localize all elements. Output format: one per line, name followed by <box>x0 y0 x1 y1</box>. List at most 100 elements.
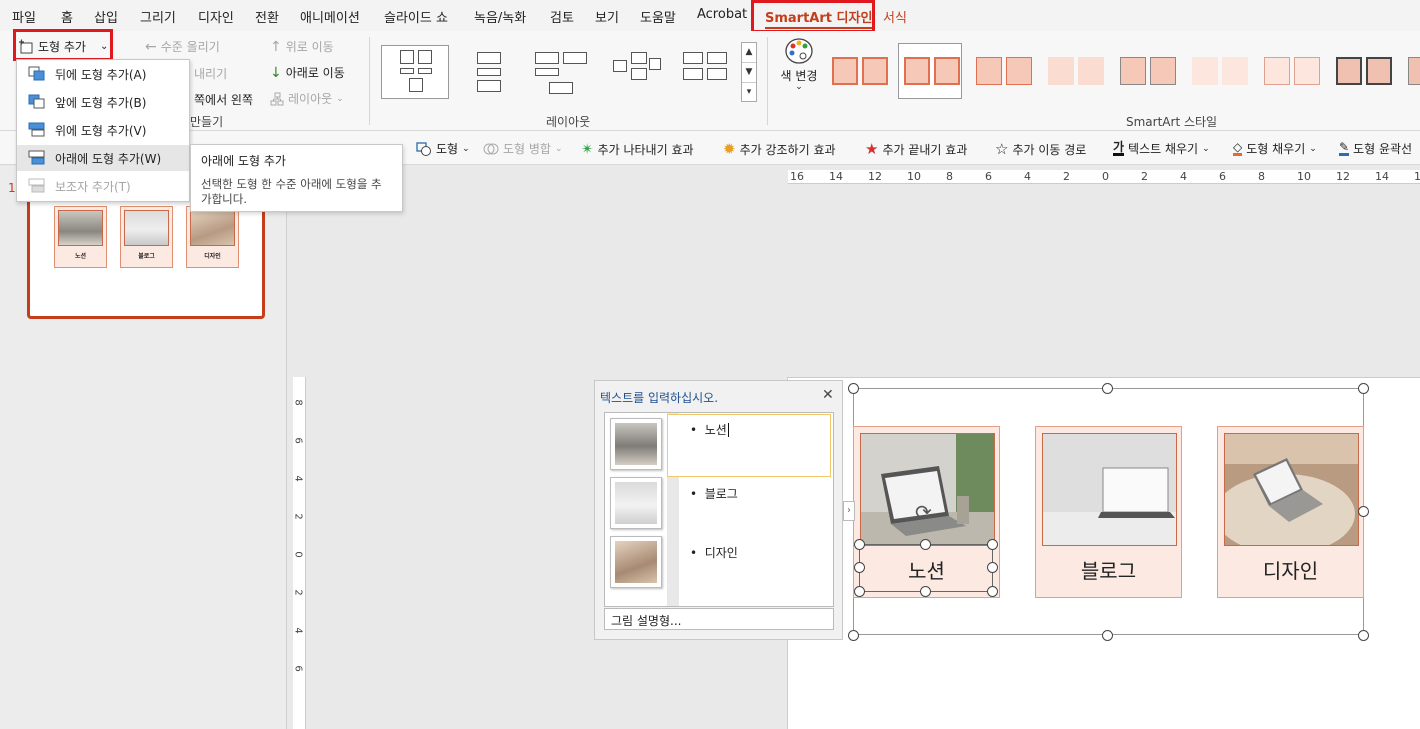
tab-record[interactable]: 녹음/녹화 <box>474 7 526 26</box>
picture-placeholder-2[interactable] <box>610 477 662 529</box>
text-pane-item-label: 노션 <box>704 423 727 437</box>
chevron-up-icon[interactable]: ▲ <box>742 43 756 63</box>
merge-shapes-icon <box>483 142 499 156</box>
merge-shapes-button[interactable]: 도형 병합 ⌄ <box>483 140 563 157</box>
menu-item-add-above[interactable]: 위에 도형 추가(V) <box>17 117 189 143</box>
tab-design[interactable]: 디자인 <box>198 7 234 26</box>
resize-handle[interactable] <box>848 383 859 394</box>
layout-thumb-4[interactable] <box>600 45 668 99</box>
menu-item-add-before[interactable]: 앞에 도형 추가(B) <box>17 89 189 115</box>
picture-placeholder-1[interactable] <box>610 418 662 470</box>
add-above-icon <box>28 122 45 137</box>
shape-resize-handle[interactable] <box>854 539 865 550</box>
change-colors-button[interactable]: 색 변경 ⌄ <box>777 37 821 92</box>
shapes-button[interactable]: 도형 ⌄ <box>416 140 470 157</box>
tab-view[interactable]: 보기 <box>595 7 619 26</box>
tab-smartart-design[interactable]: SmartArt 디자인 <box>765 7 873 29</box>
shape-fill-button[interactable]: ◇ 도형 채우기 ⌄ <box>1233 140 1317 157</box>
resize-handle[interactable] <box>848 630 859 641</box>
tab-help[interactable]: 도움말 <box>640 7 676 26</box>
style-thumb-1[interactable] <box>826 43 890 99</box>
chevron-down-icon: ⌄ <box>462 143 470 154</box>
exit-effects-button[interactable]: ★ 추가 끝내기 효과 <box>865 140 967 158</box>
entrance-effects-button[interactable]: ✴ 추가 나타내기 효과 <box>581 140 694 158</box>
tab-animations[interactable]: 애니메이션 <box>300 7 360 26</box>
layout-gallery-scroll[interactable]: ▲ ▼ ▾ <box>741 42 757 102</box>
style-thumb-8[interactable] <box>1330 43 1394 99</box>
menu-item-add-assistant[interactable]: 보조자 추가(T) <box>17 173 189 199</box>
layout-thumb-picture-caption[interactable] <box>381 45 449 99</box>
style-thumb-5[interactable] <box>1114 43 1178 99</box>
resize-handle[interactable] <box>1102 383 1113 394</box>
layout-button[interactable]: 레이아웃 ⌄ <box>270 90 344 107</box>
style-thumb-2[interactable] <box>898 43 962 99</box>
tab-review[interactable]: 검토 <box>550 7 574 26</box>
card-photo-laptop <box>860 433 995 546</box>
tab-file[interactable]: 파일 <box>12 7 36 26</box>
layout-thumb-5[interactable] <box>672 45 740 99</box>
ruler-tick-label: 14 <box>1375 170 1389 183</box>
style-thumb-4[interactable] <box>1042 43 1106 99</box>
add-shape-button[interactable]: 도형 추가 ⌄ <box>18 38 108 55</box>
promote-button[interactable]: ← 수준 올리기 <box>145 38 220 55</box>
pen-icon: ✎ <box>1339 140 1350 156</box>
shape-resize-handle[interactable] <box>987 562 998 573</box>
tab-slideshow[interactable]: 슬라이드 쇼 <box>384 7 448 26</box>
right-to-left-button[interactable]: 쪽에서 왼쪽 <box>194 91 253 108</box>
shape-resize-handle[interactable] <box>854 586 865 597</box>
text-pane-toggle-icon[interactable]: › <box>843 501 855 521</box>
shape-resize-handle[interactable] <box>920 586 931 597</box>
resize-handle[interactable] <box>1102 630 1113 641</box>
tab-format[interactable]: 서식 <box>883 7 907 26</box>
text-pane-item-3[interactable]: • 디자인 <box>690 544 738 561</box>
shape-outline-button[interactable]: ✎ 도형 윤곽선 <box>1339 140 1412 157</box>
picture-placeholder-3[interactable] <box>610 536 662 588</box>
smartart-card-blog[interactable]: 블로그 <box>1035 426 1182 598</box>
right-to-left-label: 쪽에서 왼쪽 <box>194 93 254 107</box>
layout-thumb-2[interactable] <box>456 45 524 99</box>
slide-canvas[interactable]: 노션 블로그 디자인 ⟳ <box>787 377 1420 729</box>
rotate-handle-icon[interactable]: ⟳ <box>915 500 932 524</box>
move-down-button[interactable]: ↓ 아래로 이동 <box>270 64 345 81</box>
shape-fill-label: 도형 채우기 <box>1246 142 1306 156</box>
resize-handle[interactable] <box>1358 383 1369 394</box>
card-label-design[interactable]: 디자인 <box>1218 555 1363 584</box>
style-thumb-6[interactable] <box>1186 43 1250 99</box>
resize-handle[interactable] <box>1358 630 1369 641</box>
chevron-down-icon[interactable]: ▼ <box>742 63 756 83</box>
layout-description-link[interactable]: 그림 설명형... <box>604 608 834 630</box>
move-up-button[interactable]: ↑ 위로 이동 <box>270 38 334 55</box>
text-pane-item-1[interactable]: • 노션 <box>690 421 729 438</box>
resize-handle[interactable] <box>1358 506 1369 517</box>
style-thumb-3[interactable] <box>970 43 1034 99</box>
add-after-icon <box>28 66 45 81</box>
move-up-label: 위로 이동 <box>285 40 334 54</box>
gallery-expand-icon[interactable]: ▾ <box>742 83 756 103</box>
text-pane-item-label: 디자인 <box>704 546 738 560</box>
text-fill-button[interactable]: 가 텍스트 채우기 ⌄ <box>1113 140 1210 157</box>
shape-resize-handle[interactable] <box>987 539 998 550</box>
demote-button[interactable]: 내리기 <box>194 65 227 82</box>
smartart-card-design[interactable]: 디자인 <box>1217 426 1364 598</box>
text-pane-item-2[interactable]: • 블로그 <box>690 485 738 502</box>
tab-home[interactable]: 홈 <box>61 7 73 26</box>
tab-insert[interactable]: 삽입 <box>94 7 118 26</box>
shape-resize-handle[interactable] <box>987 586 998 597</box>
motion-path-button[interactable]: ☆ 추가 이동 경로 <box>995 140 1086 158</box>
group-label-smartart-styles: SmartArt 스타일 <box>1126 115 1218 129</box>
tab-acrobat[interactable]: Acrobat <box>697 7 747 22</box>
close-icon[interactable]: ✕ <box>822 387 834 403</box>
style-thumb-7[interactable] <box>1258 43 1322 99</box>
menu-item-add-below[interactable]: 아래에 도형 추가(W) <box>17 145 189 171</box>
card-label-blog[interactable]: 블로그 <box>1036 555 1181 584</box>
shape-resize-handle[interactable] <box>920 539 931 550</box>
tab-transitions[interactable]: 전환 <box>255 7 279 26</box>
star-red-icon: ★ <box>865 140 879 158</box>
tab-draw[interactable]: 그리기 <box>140 7 176 26</box>
promote-label: 수준 올리기 <box>160 40 220 54</box>
emphasis-effects-button[interactable]: ✹ 추가 강조하기 효과 <box>723 140 836 158</box>
style-thumb-9[interactable] <box>1402 43 1420 99</box>
shape-resize-handle[interactable] <box>854 562 865 573</box>
menu-item-add-after[interactable]: 뒤에 도형 추가(A) <box>17 61 189 87</box>
layout-thumb-3[interactable] <box>528 45 596 99</box>
